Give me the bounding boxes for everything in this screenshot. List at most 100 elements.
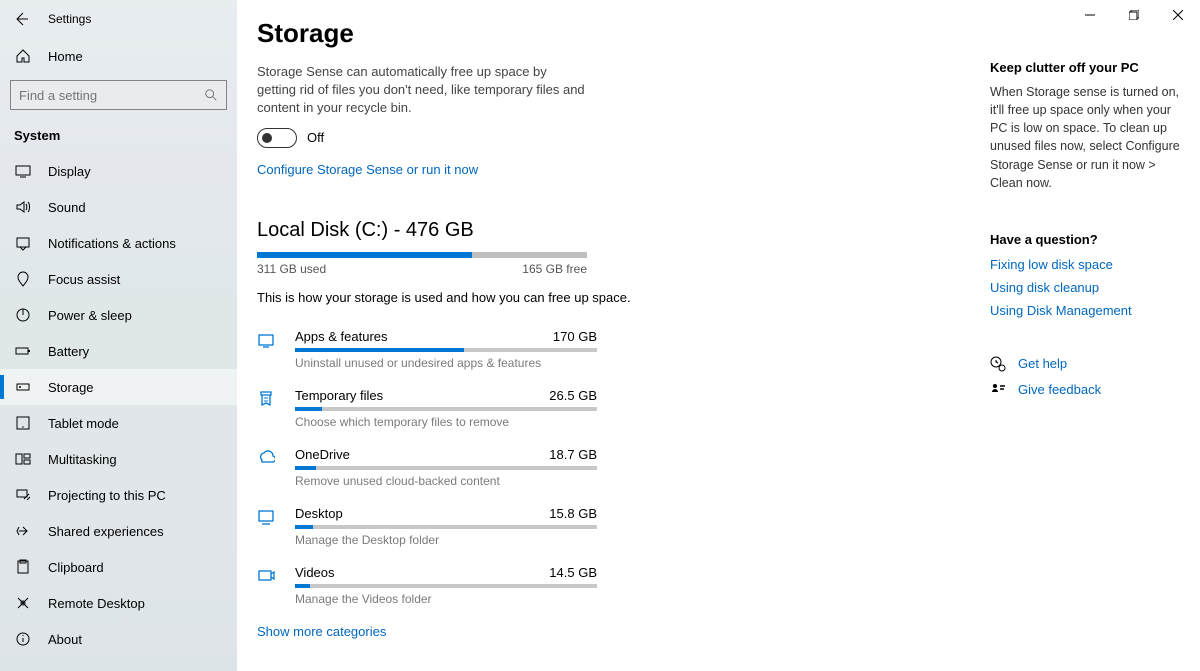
category-name: Apps & features xyxy=(295,329,388,344)
category-item[interactable]: OneDrive 18.7 GB Remove unused cloud-backe… xyxy=(257,441,597,500)
clipboard-icon xyxy=(14,558,32,576)
nav-label: Tablet mode xyxy=(48,416,119,431)
title-bar: Settings xyxy=(0,0,237,38)
nav-label: Storage xyxy=(48,380,94,395)
category-name: OneDrive xyxy=(295,447,350,462)
nav-label: Projecting to this PC xyxy=(48,488,166,503)
search-input[interactable] xyxy=(19,88,204,103)
back-arrow-icon xyxy=(13,11,29,27)
feedback-icon xyxy=(990,382,1006,398)
about-icon xyxy=(14,630,32,648)
nav-clipboard[interactable]: Clipboard xyxy=(0,549,237,585)
category-bar xyxy=(295,525,597,529)
nav-multitasking[interactable]: Multitasking xyxy=(0,441,237,477)
content: Storage Storage Sense can automatically … xyxy=(237,0,990,671)
nav-notifications[interactable]: Notifications & actions xyxy=(0,225,237,261)
disk-title: Local Disk (C:) - 476 GB xyxy=(257,219,970,242)
sidebar: Settings Home System Display Sound Notif… xyxy=(0,0,237,671)
help-link-disk-management[interactable]: Using Disk Management xyxy=(990,303,1182,318)
maximize-icon xyxy=(1129,10,1139,20)
storage-sense-toggle[interactable] xyxy=(257,128,297,148)
help-link-disk-cleanup[interactable]: Using disk cleanup xyxy=(990,280,1182,295)
battery-icon xyxy=(14,342,32,360)
category-name: Temporary files xyxy=(295,388,383,403)
minimize-icon xyxy=(1085,10,1095,20)
nav-label: Battery xyxy=(48,344,89,359)
nav-label: Shared experiences xyxy=(48,524,164,539)
projecting-icon xyxy=(14,486,32,504)
storage-icon xyxy=(14,378,32,396)
disk-usage-fill xyxy=(257,252,472,258)
storage-sense-toggle-row: Off xyxy=(257,128,970,148)
category-icon xyxy=(257,565,281,606)
disk-free-label: 165 GB free xyxy=(522,262,587,276)
category-subtitle: Remove unused cloud-backed content xyxy=(295,474,597,488)
back-button[interactable] xyxy=(12,10,30,28)
disk-subtitle: This is how your storage is used and how… xyxy=(257,290,970,305)
main-area: Storage Storage Sense can automatically … xyxy=(237,0,1200,671)
nav-label: Power & sleep xyxy=(48,308,132,323)
category-item[interactable]: Desktop15.8 GBManage the Desktop folder xyxy=(257,500,597,559)
nav-shared-experiences[interactable]: Shared experiences xyxy=(0,513,237,549)
nav-label: About xyxy=(48,632,82,647)
sound-icon xyxy=(14,198,32,216)
give-feedback-row[interactable]: Give feedback xyxy=(990,382,1182,398)
search-box[interactable] xyxy=(10,80,227,110)
category-item[interactable]: Videos14.5 GBManage the Videos folder xyxy=(257,559,597,618)
question-heading: Have a question? xyxy=(990,232,1182,247)
search-icon xyxy=(204,88,218,102)
category-item[interactable]: Apps & features170 GBUninstall unused or… xyxy=(257,323,597,382)
nav-sound[interactable]: Sound xyxy=(0,189,237,225)
tip-body: When Storage sense is turned on, it'll f… xyxy=(990,83,1182,192)
nav-remote-desktop[interactable]: Remote Desktop xyxy=(0,585,237,621)
close-icon xyxy=(1173,10,1183,20)
nav-label: Clipboard xyxy=(48,560,104,575)
get-help-icon xyxy=(990,356,1006,372)
nav-focus-assist[interactable]: Focus assist xyxy=(0,261,237,297)
nav-label: Sound xyxy=(48,200,86,215)
nav-about[interactable]: About xyxy=(0,621,237,657)
app-title: Settings xyxy=(48,12,91,26)
category-name: Videos xyxy=(295,565,335,580)
show-more-categories-link[interactable]: Show more categories xyxy=(257,624,386,639)
category-size: 14.5 GB xyxy=(549,565,597,580)
multitasking-icon xyxy=(14,450,32,468)
tablet-icon xyxy=(14,414,32,432)
nav-home-label: Home xyxy=(48,49,83,64)
category-size: 18.7 GB xyxy=(549,447,597,462)
toggle-state-label: Off xyxy=(307,130,324,145)
minimize-button[interactable] xyxy=(1068,0,1112,30)
nav-power-sleep[interactable]: Power & sleep xyxy=(0,297,237,333)
category-bar xyxy=(295,466,597,470)
configure-storage-sense-link[interactable]: Configure Storage Sense or run it now xyxy=(257,162,478,177)
nav-label: Multitasking xyxy=(48,452,117,467)
aside-panel: Keep clutter off your PC When Storage se… xyxy=(990,0,1200,671)
notifications-icon xyxy=(14,234,32,252)
nav-battery[interactable]: Battery xyxy=(0,333,237,369)
category-icon xyxy=(257,388,281,429)
get-help-link[interactable]: Get help xyxy=(1018,356,1067,371)
category-item[interactable]: Temporary files26.5 GBChoose which tempo… xyxy=(257,382,597,441)
help-link-low-disk-space[interactable]: Fixing low disk space xyxy=(990,257,1182,272)
nav-label: Remote Desktop xyxy=(48,596,145,611)
remote-desktop-icon xyxy=(14,594,32,612)
category-size: 170 GB xyxy=(553,329,597,344)
shared-icon xyxy=(14,522,32,540)
nav-home[interactable]: Home xyxy=(0,38,237,74)
give-feedback-link[interactable]: Give feedback xyxy=(1018,382,1101,397)
nav-display[interactable]: Display xyxy=(0,153,237,189)
search-container xyxy=(0,74,237,120)
power-icon xyxy=(14,306,32,324)
maximize-button[interactable] xyxy=(1112,0,1156,30)
get-help-row[interactable]: Get help xyxy=(990,356,1182,372)
category-subtitle: Manage the Desktop folder xyxy=(295,533,597,547)
disk-usage-bar xyxy=(257,252,587,258)
nav-storage[interactable]: Storage xyxy=(0,369,237,405)
nav-label: Focus assist xyxy=(48,272,120,287)
display-icon xyxy=(14,162,32,180)
close-button[interactable] xyxy=(1156,0,1200,30)
nav-label: Display xyxy=(48,164,91,179)
nav-projecting[interactable]: Projecting to this PC xyxy=(0,477,237,513)
nav-tablet-mode[interactable]: Tablet mode xyxy=(0,405,237,441)
disk-bar-labels: 311 GB used 165 GB free xyxy=(257,262,587,276)
